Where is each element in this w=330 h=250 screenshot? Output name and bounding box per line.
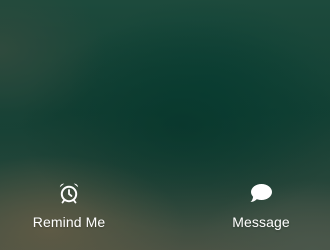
- message-button[interactable]: Message: [220, 180, 302, 230]
- remind-me-button[interactable]: Remind Me: [28, 180, 110, 230]
- remind-me-label: Remind Me: [32, 214, 106, 230]
- speech-bubble-icon: [248, 180, 274, 206]
- alarm-clock-icon: [56, 180, 82, 206]
- message-label: Message: [232, 214, 290, 230]
